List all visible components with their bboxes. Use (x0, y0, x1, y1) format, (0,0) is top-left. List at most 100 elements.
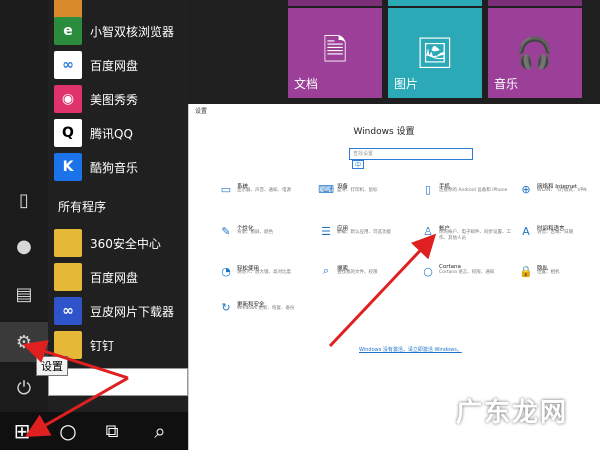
app-item[interactable]: ∞ 百度网盘 (54, 48, 188, 82)
browser-icon: e (54, 17, 82, 45)
item-desc: 背景、锁屏、颜色 (237, 230, 273, 235)
app-label: 钉钉 (90, 338, 115, 353)
settings-item-privacy[interactable]: 🔒 隐私 位置、相机 (519, 264, 599, 292)
ime-indicator: 中 (352, 160, 364, 169)
settings-item-apps[interactable]: ☰ 应用 卸载、默认应用、可选功能 (319, 224, 411, 252)
app-item[interactable]: 360安全中心 (54, 226, 188, 260)
headphones-icon: 🎧 (516, 35, 554, 71)
folder-icon (54, 263, 82, 291)
folder-icon (54, 229, 82, 257)
app-item[interactable]: K 酷狗音乐 (54, 150, 188, 184)
start-menu-rail: ▯ ● ▤ ⚙ ⏻ (0, 0, 48, 412)
app-label: 360安全中心 (90, 236, 161, 251)
cortana-button[interactable]: ○ (48, 412, 88, 450)
settings-search-input[interactable]: 查找设置 (349, 148, 473, 160)
app-item[interactable]: ◉ 美图秀秀 (54, 82, 188, 116)
item-desc: 蓝牙、打印机、鼠标 (337, 188, 378, 193)
tile-pictures[interactable]: 🖼 图片 (388, 8, 482, 98)
app-label: 小智双核浏览器 (90, 24, 175, 39)
baidu-netdisk-icon: ∞ (54, 51, 82, 79)
update-icon: ↻ (221, 300, 231, 314)
item-desc: 显示器、声音、通知、电源 (237, 188, 291, 193)
settings-item-time-language[interactable]: A 时间和语言 语音、区域、日期 (519, 224, 599, 252)
system-icon: ▭ (220, 182, 232, 196)
tile-label: 图片 (394, 77, 419, 91)
devices-icon: ⌨ (318, 182, 334, 196)
apps-icon: ☰ (321, 224, 331, 238)
section-header-all-programs: 所有程序 (58, 200, 107, 214)
person-icon: ♙ (423, 224, 433, 238)
tile-top-strip (388, 0, 482, 6)
settings-item-network[interactable]: ⊕ 网络和 Internet WLAN、飞行模式、VPN (519, 182, 599, 210)
taskbar: ⊞ ○ ⧉ ⌕ (0, 412, 188, 450)
app-label: 美图秀秀 (90, 92, 139, 107)
task-view-button[interactable]: ⧉ (92, 412, 132, 450)
app-item[interactable]: ∞ 豆皮网片下载器 (54, 294, 188, 328)
documents-rail-icon[interactable]: ▯ (0, 180, 48, 220)
app-item[interactable]: Q 腾讯QQ (54, 116, 188, 150)
tile-top-strip (488, 0, 582, 6)
desktop-screenshot: ▯ ● ▤ ⚙ ⏻ e 小智双核浏览器 ∞ 百度网盘 ◉ 美图秀秀 Q 腾讯QQ… (0, 0, 600, 450)
item-desc: Cortana 语言、权限、通知 (439, 270, 495, 275)
file-explorer-rail-icon[interactable]: ▤ (0, 274, 48, 314)
ease-of-access-icon: ◔ (221, 264, 231, 278)
app-item[interactable]: e 小智双核浏览器 (54, 14, 188, 48)
settings-item-system[interactable]: ▭ 系统 显示器、声音、通知、电源 (219, 182, 311, 210)
settings-item-ease-of-access[interactable]: ◔ 轻松使用 讲述人、放大镜、高对比度 (219, 264, 311, 292)
start-tiles: 🗎 文档 🖼 图片 🎧 音乐 (188, 0, 600, 104)
settings-item-accounts[interactable]: ♙ 帐户 你的帐户、电子邮件、同步设置、工作、其他人员 (421, 224, 513, 252)
start-button[interactable]: ⊞ (2, 412, 42, 450)
app-label: 腾讯QQ (90, 126, 133, 141)
window-title: 设置 (195, 108, 208, 115)
item-desc: 你的帐户、电子邮件、同步设置、工作、其他人员 (439, 230, 511, 241)
item-desc: 查找我的文件、权限 (337, 270, 378, 275)
app-list: e 小智双核浏览器 ∞ 百度网盘 ◉ 美图秀秀 Q 腾讯QQ K 酷狗音乐 所有… (48, 0, 188, 412)
lock-icon: 🔒 (519, 264, 533, 278)
search-placeholder: 查找设置 (353, 151, 374, 157)
app-label: 酷狗音乐 (90, 160, 139, 175)
tile-documents[interactable]: 🗎 文档 (288, 8, 382, 98)
item-desc: 讲述人、放大镜、高对比度 (237, 270, 291, 275)
downloader-icon: ∞ (54, 297, 82, 325)
settings-item-update-security[interactable]: ↻ 更新和安全 Windows 更新、恢复、备份 (219, 300, 311, 328)
app-label: 百度网盘 (90, 58, 139, 73)
cortana-icon: ○ (423, 264, 433, 278)
user-rail-icon[interactable]: ● (0, 226, 48, 266)
settings-item-personalization[interactable]: ✎ 个性化 背景、锁屏、颜色 (219, 224, 311, 252)
app-label: 百度网盘 (90, 270, 139, 285)
settings-item-search[interactable]: ⌕ 搜索 查找我的文件、权限 (319, 264, 411, 292)
folder-icon (54, 331, 82, 359)
app-label: 豆皮网片下载器 (90, 304, 175, 319)
item-desc: 语音、区域、日期 (537, 230, 573, 235)
picture-icon: 🖼 (415, 35, 455, 71)
kugou-icon: K (54, 153, 82, 181)
activate-windows-link[interactable]: Windows 没有激活，请立即激活 Windows。 (359, 346, 462, 353)
item-desc: 位置、相机 (537, 270, 560, 275)
settings-heading: Windows 设置 (353, 127, 415, 137)
search-icon: ⌕ (322, 264, 330, 277)
item-desc: 连接你的 Android 设备和 iPhone (439, 188, 508, 193)
settings-item-cortana[interactable]: ○ Cortana Cortana 语言、权限、通知 (421, 264, 513, 292)
tile-music[interactable]: 🎧 音乐 (488, 8, 582, 98)
language-icon: A (522, 224, 530, 238)
tile-label: 文档 (294, 77, 319, 91)
settings-item-devices[interactable]: ⌨ 设备 蓝牙、打印机、鼠标 (318, 182, 411, 210)
phone-icon: ▯ (424, 182, 432, 196)
globe-icon: ⊕ (521, 182, 531, 196)
settings-item-phone[interactable]: ▯ 手机 连接你的 Android 设备和 iPhone (421, 182, 513, 210)
item-desc: Windows 更新、恢复、备份 (237, 306, 295, 311)
tile-label: 音乐 (494, 77, 519, 91)
start-search-input[interactable] (48, 368, 188, 396)
brush-icon: ✎ (221, 224, 231, 238)
item-desc: 卸载、默认应用、可选功能 (337, 230, 391, 235)
qq-icon: Q (54, 119, 82, 147)
document-icon: 🗎 (322, 32, 348, 68)
meitu-icon: ◉ (54, 85, 82, 113)
search-taskbar-button[interactable]: ⌕ (140, 412, 180, 450)
app-item[interactable]: 百度网盘 (54, 260, 188, 294)
watermark: 广东龙网 (456, 398, 569, 428)
app-item[interactable]: 钉钉 (54, 328, 188, 362)
settings-tooltip: 设置 (36, 356, 68, 376)
tile-top-strip (288, 0, 382, 6)
item-desc: WLAN、飞行模式、VPN (537, 188, 587, 193)
